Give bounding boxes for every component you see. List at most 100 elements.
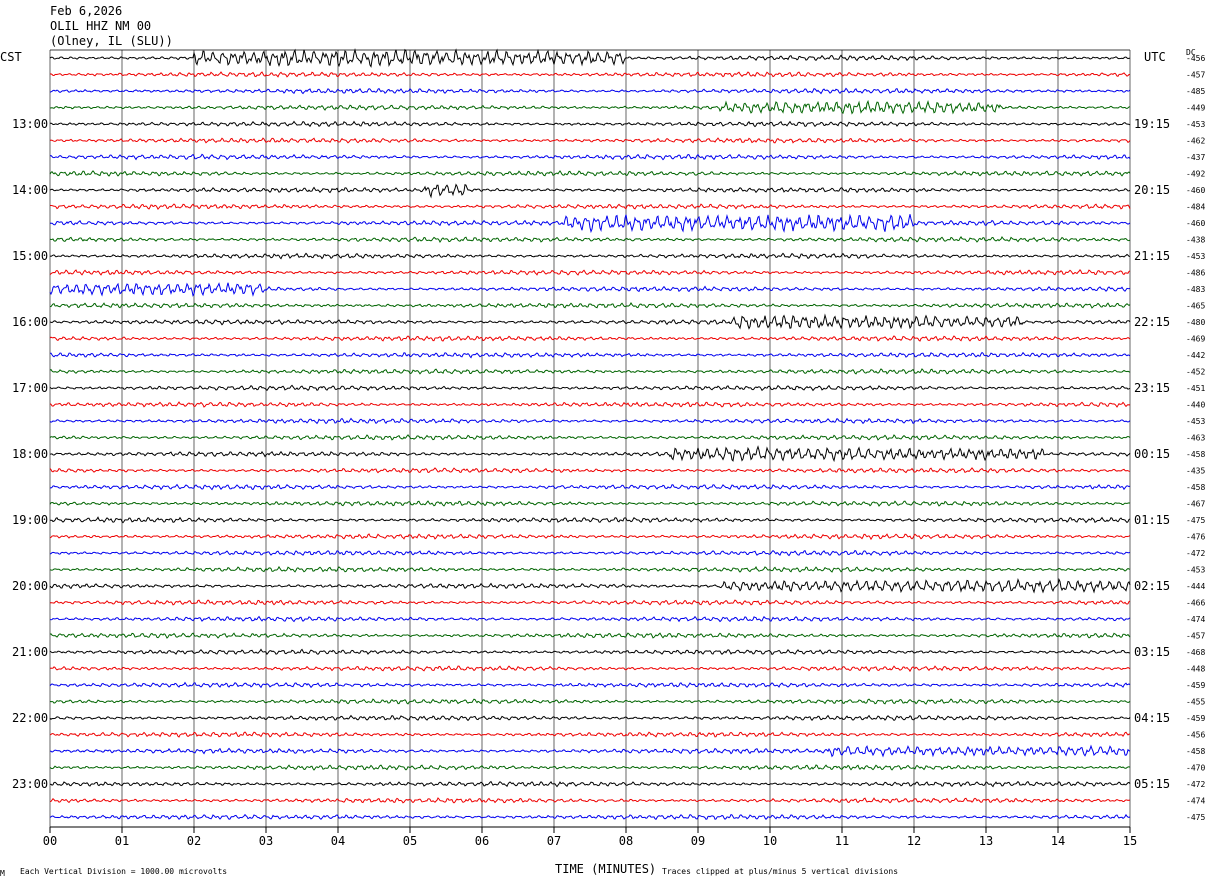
dc-offset-label: -472 [1186, 549, 1205, 558]
cst-hour-label: 19:00 [12, 513, 48, 527]
dc-offset-label: -472 [1186, 780, 1205, 789]
clip-note: Traces clipped at plus/minus 5 vertical … [662, 867, 899, 876]
x-tick-label: 06 [475, 834, 489, 848]
utc-hour-label: 22:15 [1134, 315, 1170, 329]
dc-offset-label: -466 [1186, 599, 1205, 608]
cst-hour-label: 15:00 [12, 249, 48, 263]
dc-offset-label: -457 [1186, 71, 1205, 80]
cst-hour-label: 20:00 [12, 579, 48, 593]
x-tick-label: 11 [835, 834, 849, 848]
plot-date: Feb 6,2026 [50, 4, 123, 18]
x-axis-title: TIME (MINUTES) [555, 862, 657, 876]
dc-offset-label: -474 [1186, 797, 1205, 806]
trace-row [49, 71, 1131, 78]
cst-hour-label: 17:00 [12, 381, 48, 395]
trace-row [49, 681, 1131, 689]
dc-offset-label: -440 [1186, 401, 1205, 410]
dc-offset-label: -469 [1186, 335, 1205, 344]
dc-offset-label: -453 [1186, 417, 1205, 426]
dc-offset-label: -444 [1186, 582, 1205, 591]
x-tick-label: 04 [331, 834, 345, 848]
trace-row [49, 170, 1131, 177]
cst-hour-label: 23:00 [12, 777, 48, 791]
dc-offset-label: -458 [1186, 747, 1205, 756]
trace-row [49, 368, 1131, 375]
trace-row [49, 648, 1131, 656]
minute-grid [49, 49, 1131, 828]
footer-corner-mark: M [0, 869, 5, 878]
cst-hour-label: 18:00 [12, 447, 48, 461]
trace-row [49, 483, 1131, 491]
trace-row [49, 599, 1131, 606]
trace-row [49, 120, 1131, 128]
dc-offset-label: -459 [1186, 714, 1205, 723]
dc-offset-label: -480 [1186, 318, 1205, 327]
cst-hour-labels: 13:00 14:00 15:00 16:00 17:00 18:00 19:00 20:00… [12, 117, 48, 791]
trace-row [49, 313, 1131, 330]
dc-offset-label: -459 [1186, 681, 1205, 690]
trace-row [49, 500, 1131, 507]
trace-row [49, 213, 1131, 234]
trace-row [49, 137, 1131, 144]
x-tick-label: 01 [115, 834, 129, 848]
right-timezone-label: UTC [1144, 50, 1166, 64]
dc-offset-label: -476 [1186, 533, 1205, 542]
utc-hour-label: 19:15 [1134, 117, 1170, 131]
cst-hour-label: 21:00 [12, 645, 48, 659]
cst-hour-label: 16:00 [12, 315, 48, 329]
dc-offset-label: -470 [1186, 764, 1205, 773]
trace-row [49, 549, 1131, 557]
utc-hour-label: 04:15 [1134, 711, 1170, 725]
dc-offset-label: -484 [1186, 203, 1205, 212]
cst-hour-label: 22:00 [12, 711, 48, 725]
trace-row [49, 516, 1131, 524]
vertical-scale-note: Each Vertical Division = 1000.00 microvo… [20, 867, 228, 876]
dc-offset-label: -453 [1186, 120, 1205, 129]
x-tick-label: 15 [1123, 834, 1137, 848]
trace-row [49, 401, 1131, 408]
trace-row [49, 236, 1131, 244]
dc-offset-label: -451 [1186, 384, 1205, 393]
dc-offset-label: -475 [1186, 813, 1205, 822]
dc-offset-label: -475 [1186, 516, 1205, 525]
dc-offset-label: -458 [1186, 450, 1205, 459]
helicorder-plot: 00 01 02 03 04 05 06 07 08 09 10 11 12 13 14 15 13:00 14… [12, 47, 1205, 848]
x-tick-label: 05 [403, 834, 417, 848]
dc-offset-label: -452 [1186, 368, 1205, 377]
trace-row [49, 351, 1131, 359]
dc-offset-labels: -456 -457 -485 -449 -453 -462 -437 -492 -460 -484… [1186, 54, 1205, 822]
utc-hour-label: 02:15 [1134, 579, 1170, 593]
x-tick-label: 14 [1051, 834, 1065, 848]
utc-hour-label: 23:15 [1134, 381, 1170, 395]
utc-hour-label: 05:15 [1134, 777, 1170, 791]
trace-row [49, 714, 1131, 722]
x-tick-label: 09 [691, 834, 705, 848]
trace-row [49, 335, 1131, 342]
dc-offset-label: -453 [1186, 566, 1205, 575]
trace-row [49, 269, 1131, 276]
trace-row [49, 533, 1131, 541]
x-tick-label: 12 [907, 834, 921, 848]
utc-hour-label: 21:15 [1134, 249, 1170, 263]
trace-row [49, 632, 1131, 639]
seismogram-traces [49, 47, 1131, 821]
x-tick-label: 10 [763, 834, 777, 848]
utc-hour-label: 20:15 [1134, 183, 1170, 197]
dc-offset-label: -460 [1186, 219, 1205, 228]
dc-offset-label: -463 [1186, 434, 1205, 443]
x-tick-label: 03 [259, 834, 273, 848]
dc-offset-label: -486 [1186, 269, 1205, 278]
dc-offset-label: -442 [1186, 351, 1205, 360]
trace-row [49, 665, 1131, 673]
trace-row [49, 577, 1131, 594]
dc-offset-label: -449 [1186, 104, 1205, 113]
dc-offset-label: -453 [1186, 252, 1205, 261]
trace-row [49, 47, 1130, 68]
dc-offset-label: -462 [1186, 137, 1205, 146]
trace-row [49, 252, 1131, 260]
station-location: (Olney, IL (SLU)) [50, 34, 173, 48]
utc-hour-label: 03:15 [1134, 645, 1170, 659]
cst-hour-label: 14:00 [12, 183, 48, 197]
trace-row [49, 615, 1131, 623]
trace-row [49, 153, 1131, 161]
